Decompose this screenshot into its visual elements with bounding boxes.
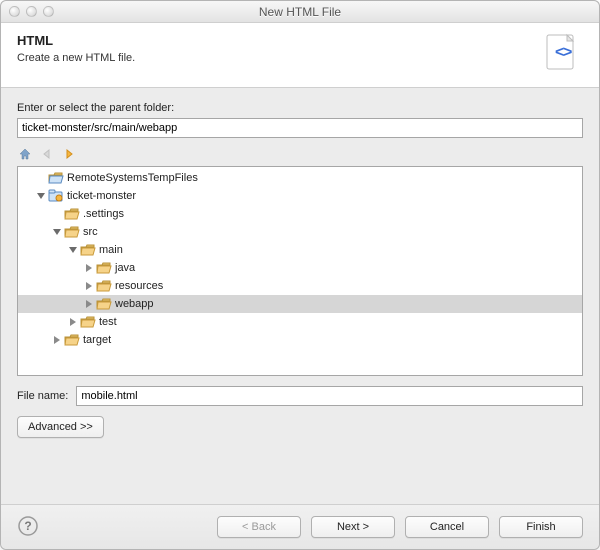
forward-arrow-icon[interactable] xyxy=(61,146,77,162)
disclosure-right-icon[interactable] xyxy=(66,315,80,329)
tree-node-label: webapp xyxy=(115,298,154,310)
help-icon[interactable]: ? xyxy=(17,515,41,539)
folder-open-icon xyxy=(80,243,96,257)
svg-text:?: ? xyxy=(24,519,31,533)
tree-node-label: java xyxy=(115,262,135,274)
tree-node-label: target xyxy=(83,334,111,346)
disclosure-down-icon[interactable] xyxy=(50,225,64,239)
folder-open-icon xyxy=(96,279,112,293)
header-subheading: Create a new HTML file. xyxy=(17,52,135,64)
disclosure-down-icon[interactable] xyxy=(34,189,48,203)
folder-open-blue-icon xyxy=(48,171,64,185)
tree-node-label: test xyxy=(99,316,117,328)
folder-tree[interactable]: RemoteSystemsTempFiles ticket-monster .set… xyxy=(17,166,583,376)
cancel-button[interactable]: Cancel xyxy=(405,516,489,538)
tree-node-label: RemoteSystemsTempFiles xyxy=(67,172,198,184)
tree-node-label: .settings xyxy=(83,208,124,220)
tree-node-java[interactable]: java xyxy=(18,259,582,277)
finish-button[interactable]: Finish xyxy=(499,516,583,538)
tree-node-label: resources xyxy=(115,280,163,292)
tree-node-src[interactable]: src xyxy=(18,223,582,241)
folder-open-icon xyxy=(96,297,112,311)
tree-node-ticket[interactable]: ticket-monster xyxy=(18,187,582,205)
filename-input[interactable] xyxy=(76,386,583,406)
dialog-footer: ? < Back Next > Cancel Finish xyxy=(1,504,599,549)
disclosure-right-icon[interactable] xyxy=(82,279,96,293)
svg-text:>: > xyxy=(563,44,572,61)
folder-open-icon xyxy=(64,225,80,239)
titlebar: New HTML File xyxy=(1,1,599,23)
filename-label: File name: xyxy=(17,390,68,402)
project-icon xyxy=(48,189,64,203)
parent-folder-input[interactable] xyxy=(17,118,583,138)
tree-node-remote[interactable]: RemoteSystemsTempFiles xyxy=(18,169,582,187)
folder-open-icon xyxy=(96,261,112,275)
disclosure-right-icon[interactable] xyxy=(82,297,96,311)
tree-nav-toolbar xyxy=(17,144,583,164)
html-page-icon: < > xyxy=(541,33,583,75)
dialog-header: HTML Create a new HTML file. < > xyxy=(1,23,599,88)
window-title: New HTML File xyxy=(1,5,599,19)
tree-node-test[interactable]: test xyxy=(18,313,582,331)
disclosure-right-icon[interactable] xyxy=(82,261,96,275)
disclosure-down-icon[interactable] xyxy=(66,243,80,257)
tree-node-webapp[interactable]: webapp xyxy=(18,295,582,313)
folder-open-icon xyxy=(64,207,80,221)
tree-node-main[interactable]: main xyxy=(18,241,582,259)
folder-open-icon xyxy=(80,315,96,329)
tree-node-target[interactable]: target xyxy=(18,331,582,349)
tree-node-label: src xyxy=(83,226,98,238)
advanced-button[interactable]: Advanced >> xyxy=(17,416,104,438)
tree-node-resources[interactable]: resources xyxy=(18,277,582,295)
disclosure-right-icon[interactable] xyxy=(50,333,64,347)
parent-folder-label: Enter or select the parent folder: xyxy=(17,102,583,114)
tree-node-settings[interactable]: .settings xyxy=(18,205,582,223)
back-button[interactable]: < Back xyxy=(217,516,301,538)
header-heading: HTML xyxy=(17,33,135,48)
back-arrow-icon[interactable] xyxy=(39,146,55,162)
next-button[interactable]: Next > xyxy=(311,516,395,538)
tree-node-label: ticket-monster xyxy=(67,190,136,202)
folder-open-icon xyxy=(64,333,80,347)
tree-node-label: main xyxy=(99,244,123,256)
home-icon[interactable] xyxy=(17,146,33,162)
